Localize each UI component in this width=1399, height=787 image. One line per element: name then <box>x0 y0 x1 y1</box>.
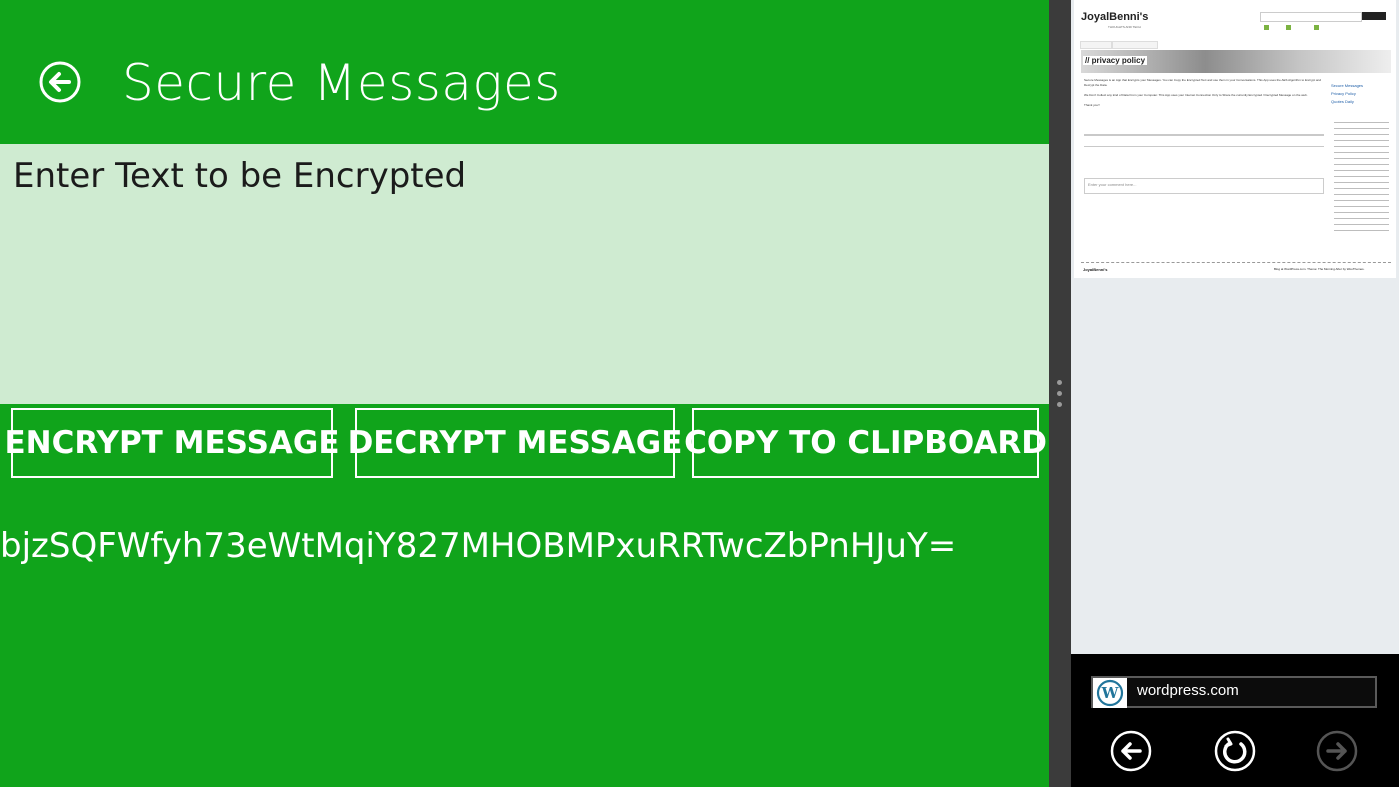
splitter-grip-dot <box>1057 402 1062 407</box>
svg-text:W: W <box>1101 684 1120 702</box>
refresh-icon[interactable] <box>1214 730 1256 772</box>
wordpress-icon: W <box>1093 678 1127 708</box>
banner-title: // privacy policy <box>1083 56 1148 65</box>
social-icon <box>1264 25 1269 30</box>
sidebar-list: Secure Messages Privacy Policy Quotes Da… <box>1331 82 1391 106</box>
back-button[interactable] <box>38 60 82 104</box>
page-title: Secure Messages <box>122 54 561 112</box>
splitter-grip-dot <box>1057 391 1062 396</box>
web-page-thumbnail[interactable]: JoyalBenni's THOUGHTS AND TECH // privac… <box>1074 0 1396 278</box>
post-body: Secure Messages is an App that Encrypts … <box>1084 78 1324 108</box>
splitter-grip-dot <box>1057 380 1062 385</box>
address-bar[interactable]: W wordpress.com <box>1091 676 1377 708</box>
social-icon <box>1286 25 1291 30</box>
comment-box: Enter your comment here... <box>1084 178 1324 194</box>
message-input[interactable]: Enter Text to be Encrypted <box>0 144 1049 404</box>
browser-nav-bar: W wordpress.com <box>1071 654 1399 787</box>
search-box <box>1260 12 1362 22</box>
divider <box>1084 146 1324 147</box>
forward-arrow-icon[interactable] <box>1316 730 1358 772</box>
snapped-browser: JoyalBenni's THOUGHTS AND TECH // privac… <box>1071 0 1399 787</box>
snap-splitter-handle[interactable] <box>1049 0 1071 787</box>
sidebar-link: Secure Messages <box>1331 83 1364 88</box>
site-name: JoyalBenni's <box>1081 11 1149 23</box>
encrypt-message-button[interactable]: ENCRYPT MESSAGE <box>4 408 340 478</box>
site-tagline: THOUGHTS AND TECH <box>1108 25 1141 29</box>
secure-messages-app: Secure Messages Enter Text to be Encrypt… <box>0 0 1049 787</box>
nav-tab <box>1112 41 1158 49</box>
post-paragraph: We Don't Collect any kind of Data From y… <box>1084 93 1308 97</box>
footer-right: Blog at WordPress.com. Theme: The Mornin… <box>1274 267 1365 271</box>
address-text: wordpress.com <box>1137 682 1239 699</box>
post-paragraph: Secure Messages is an App that Encrypts … <box>1084 78 1322 87</box>
encrypted-output-text: bjzSQFWfyh73eWtMqiY827MHOBMPxuRRTwcZbPnH… <box>0 526 957 566</box>
sidebar-tweets <box>1334 122 1389 232</box>
copy-to-clipboard-button[interactable]: COPY TO CLIPBOARD <box>684 408 1047 478</box>
decrypt-message-button[interactable]: DECRYPT MESSAGE <box>348 408 682 478</box>
search-button <box>1362 12 1386 20</box>
sidebar-link: Quotes Daily <box>1331 99 1354 104</box>
comment-placeholder: Enter your comment here... <box>1088 182 1137 187</box>
footer-rule <box>1081 262 1391 264</box>
sidebar-link: Privacy Policy <box>1331 91 1356 96</box>
nav-tab <box>1080 41 1112 49</box>
divider <box>1084 134 1324 136</box>
footer-left: JoyalBenni's <box>1083 267 1108 272</box>
back-arrow-icon[interactable] <box>1110 730 1152 772</box>
social-icon <box>1314 25 1319 30</box>
post-paragraph: Thank you!! <box>1084 103 1100 107</box>
